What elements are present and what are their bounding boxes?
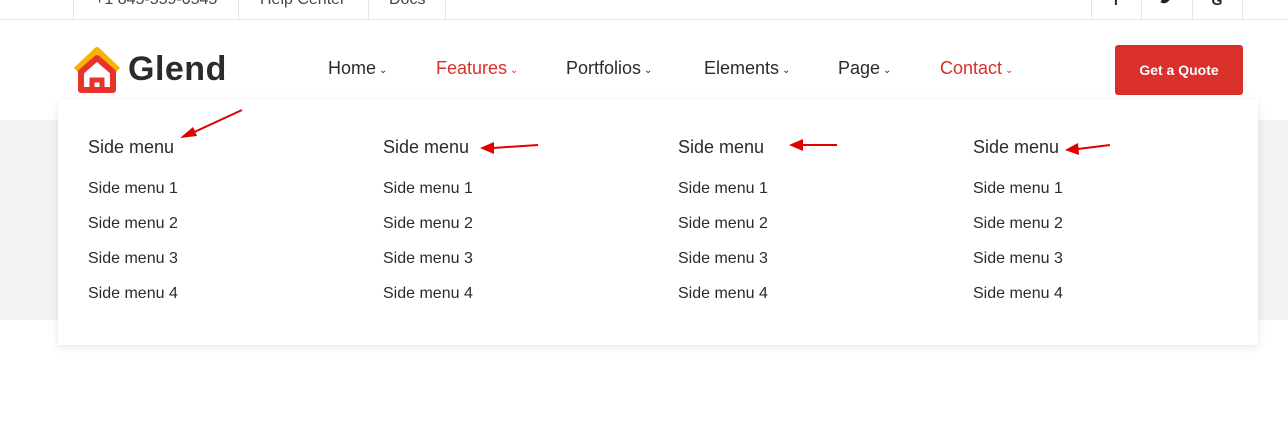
column-title[interactable]: Side menu xyxy=(88,137,174,158)
mega-menu-column: Side menu Side menu 1 Side menu 2 Side m… xyxy=(353,100,648,345)
divider xyxy=(1242,0,1243,19)
chevron-down-icon: ⌄ xyxy=(510,65,519,76)
side-menu-link[interactable]: Side menu 4 xyxy=(383,285,473,303)
nav-label: Portfolios xyxy=(566,58,642,78)
side-menu-link[interactable]: Side menu 3 xyxy=(973,250,1063,268)
logo-text: Glend xyxy=(128,50,227,88)
side-menu-link[interactable]: Side menu 3 xyxy=(678,250,768,268)
docs-link[interactable]: Docs xyxy=(389,0,425,19)
features-mega-menu: Side menu Side menu 1 Side menu 2 Side m… xyxy=(58,100,1258,345)
mega-menu-column: Side menu Side menu 1 Side menu 2 Side m… xyxy=(943,100,1238,345)
divider xyxy=(445,0,446,19)
chevron-down-icon: ⌄ xyxy=(1005,65,1014,76)
divider xyxy=(1192,0,1193,19)
column-title[interactable]: Side menu xyxy=(973,137,1059,158)
mega-menu-column: Side menu Side menu 1 Side menu 2 Side m… xyxy=(58,100,353,345)
side-menu-link[interactable]: Side menu 3 xyxy=(88,250,178,268)
nav-contact[interactable]: Contact ⌄ xyxy=(940,58,1013,79)
chevron-down-icon: ⌄ xyxy=(883,65,892,76)
side-menu-link[interactable]: Side menu 4 xyxy=(88,285,178,303)
column-title[interactable]: Side menu xyxy=(678,137,764,158)
divider xyxy=(1091,0,1092,19)
side-menu-link[interactable]: Side menu 2 xyxy=(383,215,473,233)
nav-label: Elements xyxy=(704,58,780,78)
side-menu-link[interactable]: Side menu 2 xyxy=(88,215,178,233)
top-bar: +1 845-559-0545 Help Center Docs f G xyxy=(0,0,1288,20)
chevron-down-icon: ⌄ xyxy=(644,65,653,76)
side-menu-link[interactable]: Side menu 4 xyxy=(973,285,1063,303)
help-center-link[interactable]: Help Center xyxy=(260,0,345,19)
mega-menu-column: Side menu Side menu 1 Side menu 2 Side m… xyxy=(648,100,943,345)
divider xyxy=(1141,0,1142,19)
divider xyxy=(238,0,239,19)
column-title[interactable]: Side menu xyxy=(383,137,469,158)
side-menu-link[interactable]: Side menu 3 xyxy=(383,250,473,268)
nav-portfolios[interactable]: Portfolios ⌄ xyxy=(566,58,652,79)
nav-label: Contact xyxy=(940,58,1003,78)
divider xyxy=(73,0,74,19)
side-menu-link[interactable]: Side menu 1 xyxy=(678,180,768,198)
nav-label: Features xyxy=(436,58,508,78)
google-icon[interactable]: G xyxy=(1207,0,1227,12)
logo[interactable]: Glend xyxy=(72,46,232,94)
side-menu-link[interactable]: Side menu 1 xyxy=(383,180,473,198)
nav-features[interactable]: Features ⌄ xyxy=(436,58,518,79)
chevron-down-icon: ⌄ xyxy=(782,65,791,76)
side-menu-link[interactable]: Side menu 2 xyxy=(973,215,1063,233)
nav-home[interactable]: Home ⌄ xyxy=(328,58,387,79)
twitter-icon[interactable] xyxy=(1156,0,1176,12)
phone-number[interactable]: +1 845-559-0545 xyxy=(95,0,217,19)
nav-label: Page xyxy=(838,58,881,78)
facebook-icon[interactable]: f xyxy=(1106,0,1126,12)
chevron-down-icon: ⌄ xyxy=(379,65,388,76)
side-menu-link[interactable]: Side menu 4 xyxy=(678,285,768,303)
house-logo-icon xyxy=(73,47,121,93)
nav-page[interactable]: Page ⌄ xyxy=(838,58,891,79)
side-menu-link[interactable]: Side menu 1 xyxy=(88,180,178,198)
nav-label: Home xyxy=(328,58,377,78)
side-menu-link[interactable]: Side menu 1 xyxy=(973,180,1063,198)
nav-elements[interactable]: Elements ⌄ xyxy=(704,58,790,79)
get-quote-button[interactable]: Get a Quote xyxy=(1115,45,1243,95)
side-menu-link[interactable]: Side menu 2 xyxy=(678,215,768,233)
divider xyxy=(368,0,369,19)
